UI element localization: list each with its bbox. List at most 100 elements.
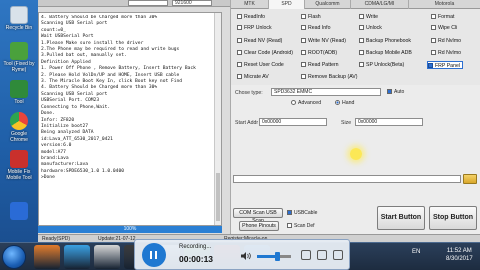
log-panel: 4. Battery Should be Charged more than 3… bbox=[38, 12, 222, 226]
volume-slider[interactable] bbox=[257, 252, 291, 261]
desktop: Recycle Bin Tool (Fixed by Ryme) Tool Go… bbox=[0, 0, 38, 242]
opt-micrate-av[interactable]: Micrate AV bbox=[237, 73, 269, 81]
checkbox bbox=[301, 38, 306, 43]
volume-fill bbox=[257, 255, 278, 258]
phone-pinouts-button[interactable]: Phone Pinouts bbox=[239, 221, 279, 231]
clock-date: 8/30/2017 bbox=[446, 256, 473, 262]
mobile-tool-desktop-icon[interactable]: Mobile Fix Mobile Tool bbox=[3, 150, 35, 181]
shortcut-desktop-icon[interactable] bbox=[3, 202, 35, 220]
opt-flash[interactable]: Flash bbox=[301, 13, 321, 21]
opt-sp-unlock[interactable]: SP Unlock(Beta) bbox=[359, 61, 404, 69]
checkbox bbox=[359, 14, 364, 19]
cursor-highlight bbox=[350, 148, 362, 160]
tab-mtk[interactable]: MTK bbox=[231, 0, 269, 9]
taskbar-app-icon[interactable] bbox=[34, 245, 60, 269]
opt-readinfo[interactable]: ReadInfo bbox=[237, 13, 265, 21]
radio-dot bbox=[291, 100, 296, 105]
log-line: >Done bbox=[41, 175, 55, 181]
checkbox bbox=[301, 25, 306, 30]
start-addr-field[interactable]: 0x00000 bbox=[259, 118, 327, 126]
checkbox bbox=[287, 223, 292, 228]
opt-backup-phonebook[interactable]: Backup Phonebook bbox=[359, 37, 411, 45]
opt-read-nv[interactable]: Read NV (Read) bbox=[237, 37, 282, 45]
checkbox bbox=[237, 62, 242, 67]
start-button-icon[interactable] bbox=[2, 245, 26, 269]
volume-knob[interactable] bbox=[275, 252, 281, 261]
folder-open-icon[interactable] bbox=[463, 174, 477, 184]
chip-type-select[interactable]: SPD3632 EMMC bbox=[271, 88, 381, 96]
checkbox bbox=[359, 62, 364, 67]
tool-app-icon bbox=[10, 42, 28, 60]
opt-write-nv[interactable]: Write NV (Read) bbox=[301, 37, 346, 45]
size-field[interactable]: 0x00000 bbox=[355, 118, 423, 126]
log-scroll-thumb[interactable] bbox=[216, 173, 220, 221]
recorder-title: Recording... bbox=[179, 244, 212, 250]
auto-checkbox[interactable]: Auto bbox=[387, 89, 404, 95]
baud-field[interactable]: 921600 bbox=[172, 0, 212, 6]
tool-desktop-icon[interactable]: Tool (Fixed by Ryme) bbox=[3, 42, 35, 73]
opt-remove-backup[interactable]: Remove Backup (AV) bbox=[301, 73, 358, 81]
opt-reset-user-code[interactable]: Reset User Code bbox=[237, 61, 284, 69]
usb-cable-checkbox[interactable]: USBCable bbox=[287, 210, 317, 216]
opt-clear-code[interactable]: Clear Code (Android) bbox=[237, 49, 293, 57]
clock-time: 11:52 AM bbox=[446, 248, 472, 254]
radio-dot bbox=[335, 100, 340, 105]
opt-unlock[interactable]: Unlock bbox=[359, 24, 382, 32]
tab-spd[interactable]: SPD bbox=[269, 0, 305, 9]
mobile-tool-icon bbox=[10, 150, 28, 168]
opt-wipe-cli[interactable]: Wipe Cli bbox=[431, 24, 457, 32]
volume-icon bbox=[241, 252, 251, 260]
settings-icon[interactable] bbox=[301, 250, 311, 260]
checkbox bbox=[301, 50, 306, 55]
progress-bar: 100% bbox=[38, 226, 222, 233]
chrome-icon bbox=[10, 112, 28, 130]
chrome-desktop-icon[interactable]: Google Chrome bbox=[3, 112, 35, 143]
log-text: 4. Battery Should be Charged more than 3… bbox=[41, 15, 213, 182]
file-path-field[interactable] bbox=[233, 175, 461, 183]
recycle-bin-desktop-icon[interactable]: Recycle Bin bbox=[3, 6, 35, 31]
checkbox bbox=[428, 63, 433, 68]
opt-write[interactable]: Write bbox=[359, 13, 378, 21]
log-line: 1. Power Off Phone , Remove Battery, Ins… bbox=[41, 66, 196, 72]
size-label: Size bbox=[341, 120, 352, 126]
checkbox bbox=[387, 89, 392, 94]
tab-cdma[interactable]: CDMA/LG/MI bbox=[351, 0, 409, 9]
chose-type-label: Chose type: bbox=[235, 90, 263, 96]
close-icon[interactable] bbox=[333, 250, 343, 260]
opt-read-info[interactable]: Read Info bbox=[301, 24, 331, 32]
checkbox bbox=[237, 38, 242, 43]
checkbox bbox=[237, 50, 242, 55]
scan-def-checkbox[interactable]: Scan Def bbox=[287, 223, 315, 229]
tool2-desktop-icon[interactable]: Tool bbox=[3, 80, 35, 105]
advanced-radio[interactable]: Advanced bbox=[291, 100, 321, 106]
hand-radio[interactable]: Hand bbox=[335, 100, 354, 106]
opt-frp-unlock[interactable]: FRP Unlock bbox=[237, 24, 272, 32]
pause-icon-bar bbox=[155, 251, 157, 259]
opt-frp-panel[interactable]: FRP Panel bbox=[427, 61, 463, 69]
opt-rd-nvimo-2[interactable]: Rd NvImo bbox=[431, 49, 461, 57]
port-field[interactable] bbox=[128, 0, 168, 6]
tab-motorola[interactable]: Motorola bbox=[409, 0, 480, 9]
checkbox bbox=[359, 25, 364, 30]
opt-root-adb[interactable]: ROOT(ADB) bbox=[301, 49, 337, 57]
tab-qualcomm[interactable]: Qualcomm bbox=[305, 0, 351, 9]
opt-backup-mobile[interactable]: Backup Mobile ADB bbox=[359, 49, 412, 57]
taskbar-app-icon[interactable] bbox=[94, 245, 120, 269]
opt-read-pattern[interactable]: Read Pattern bbox=[301, 61, 339, 69]
start-button[interactable]: Start Button bbox=[377, 206, 425, 230]
com-usb-scan-button[interactable]: COM Scan USB Scan bbox=[233, 208, 283, 224]
taskbar-app-icon[interactable] bbox=[64, 245, 90, 269]
language-indicator[interactable]: EN bbox=[412, 249, 420, 255]
checkbox bbox=[237, 74, 242, 79]
opt-format[interactable]: Format bbox=[431, 13, 454, 21]
stop-recording-icon[interactable] bbox=[317, 250, 327, 260]
checkbox bbox=[359, 50, 364, 55]
clock[interactable]: 11:52 AM 8/30/2017 bbox=[446, 247, 473, 263]
opt-rd-nvimo[interactable]: Rd NvImo bbox=[431, 37, 461, 45]
shortcut-icon bbox=[10, 202, 28, 220]
pause-recording-button[interactable] bbox=[142, 243, 166, 267]
checkbox bbox=[287, 210, 292, 215]
log-scrollbar[interactable] bbox=[214, 13, 221, 225]
checkbox bbox=[301, 74, 306, 79]
stop-button[interactable]: Stop Button bbox=[429, 206, 477, 230]
